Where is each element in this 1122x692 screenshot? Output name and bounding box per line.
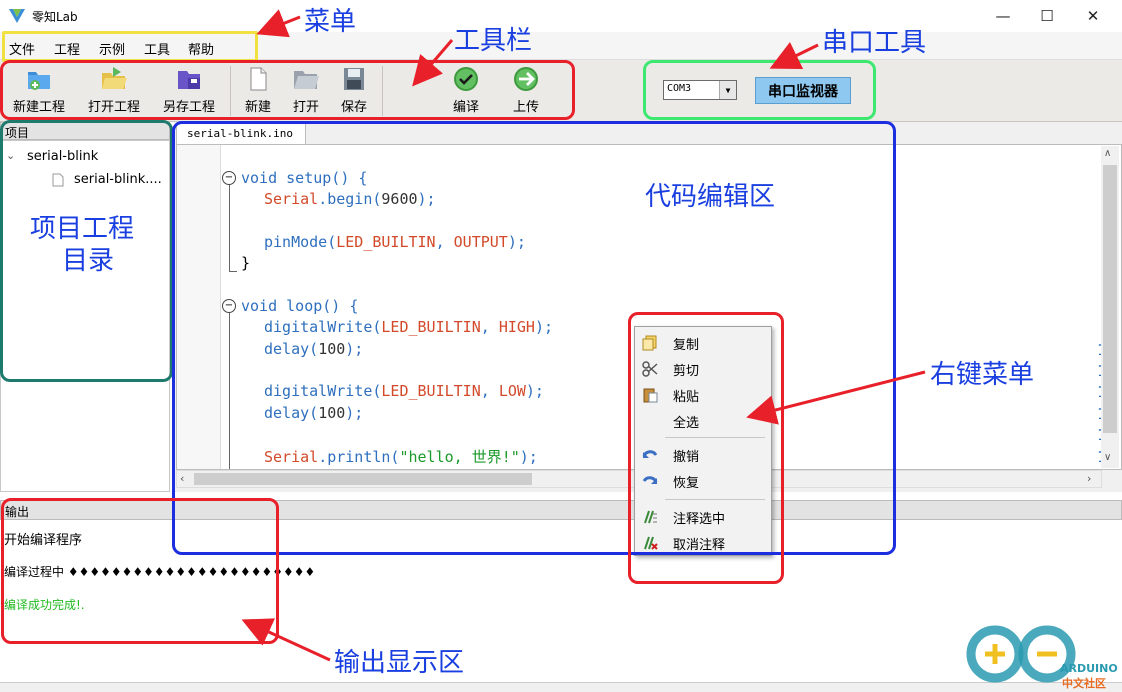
context-menu-highlight-box <box>628 312 784 584</box>
annotation-project-dir: 目录 <box>62 246 115 276</box>
status-bar <box>0 682 1122 692</box>
annotation-code-editor: 代码编辑区 <box>645 182 776 212</box>
minimize-button[interactable]: — <box>980 0 1026 32</box>
annotation-output: 输出显示区 <box>334 648 465 678</box>
toolbar-highlight-box <box>0 60 575 120</box>
maximize-button[interactable]: ☐ <box>1024 0 1070 32</box>
scroll-right-icon[interactable]: › <box>1087 472 1091 485</box>
watermark-text: 中文社区 <box>1062 677 1106 690</box>
annotation-toolbar: 工具栏 <box>454 26 533 56</box>
output-highlight-box <box>1 498 279 644</box>
editor-highlight-box <box>172 121 896 555</box>
scroll-down-icon[interactable]: ∨ <box>1104 452 1111 463</box>
vertical-scroll-thumb[interactable] <box>1103 165 1117 433</box>
annotation-serial-tools: 串口工具 <box>822 28 927 58</box>
annotation-menu: 菜单 <box>304 7 357 37</box>
menu-highlight-box <box>2 31 258 62</box>
annotation-context-menu: 右键菜单 <box>930 360 1035 390</box>
scroll-up-icon[interactable]: ∧ <box>1104 148 1111 159</box>
app-logo-icon <box>9 9 25 23</box>
watermark-text: ARDUINO <box>1060 662 1118 675</box>
title-bar <box>0 0 1122 32</box>
window-title: 零知Lab <box>32 10 78 24</box>
close-button[interactable]: ✕ <box>1070 0 1116 32</box>
serial-highlight-box <box>643 60 876 120</box>
